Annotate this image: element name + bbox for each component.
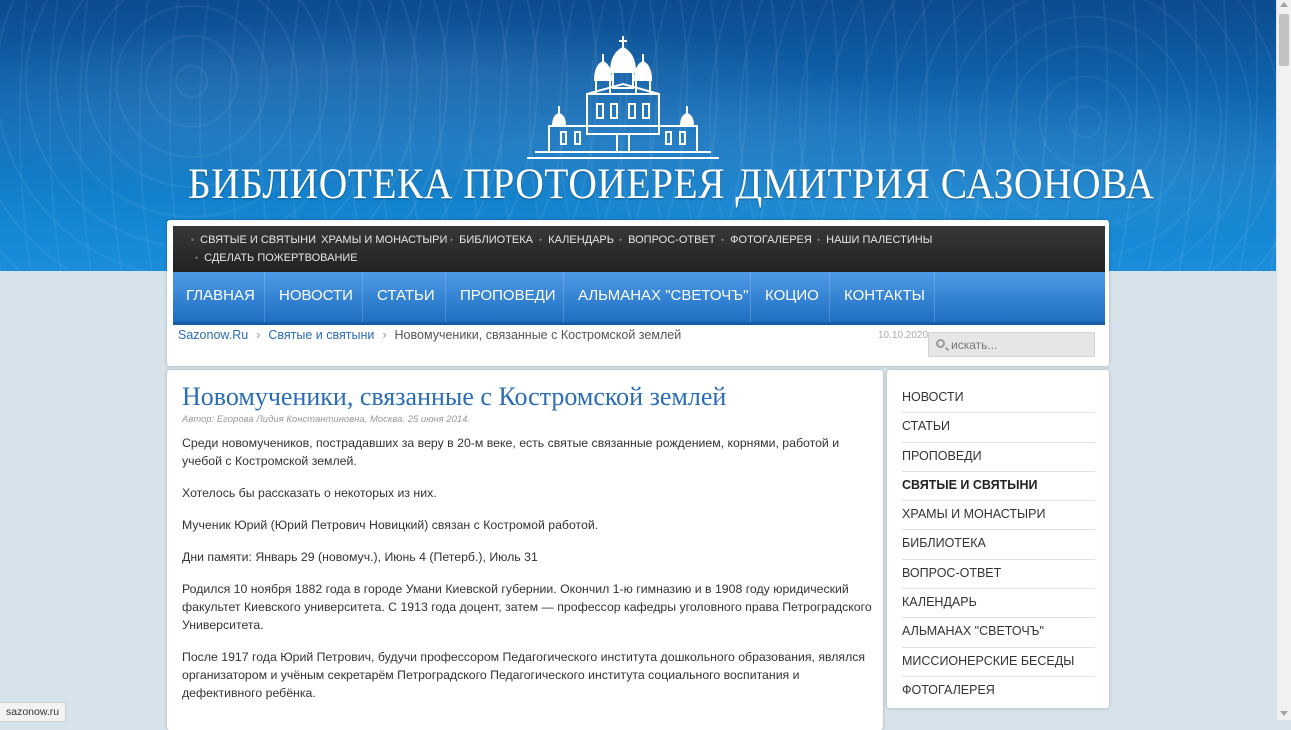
scroll-down-icon[interactable]: [1280, 711, 1288, 716]
sidebar-item-saints[interactable]: СВЯТЫЕ И СВЯТЫНИ: [902, 472, 1095, 502]
nav-divider: [934, 272, 935, 322]
nav-divider: [445, 272, 446, 322]
sidebar-item-news[interactable]: НОВОСТИ: [902, 384, 1095, 414]
article-body: Среди новомучеников, пострадавших за вер…: [182, 434, 872, 716]
article-paragraph: Хотелось бы рассказать о некоторых из ни…: [182, 486, 437, 500]
article-paragraph: Родился 10 ноября 1882 года в городе Ума…: [182, 582, 872, 632]
topnav-item-palestines[interactable]: НАШИ ПАЛЕСТИНЫ: [817, 234, 932, 246]
article-panel: Новомученики, связанные с Костромской зе…: [167, 370, 883, 730]
sidebar-item-calendar[interactable]: КАЛЕНДАРЬ: [902, 589, 1095, 619]
sidebar-item-qa[interactable]: ВОПРОС-ОТВЕТ: [902, 560, 1095, 590]
nav-divider: [362, 272, 363, 322]
breadcrumb-chevron-icon: ›: [256, 328, 261, 342]
navigation-panel: СВЯТЫЕ И СВЯТЫНИ ХРАМЫ И МОНАСТЫРИ БИБЛИ…: [167, 220, 1109, 366]
article-paragraph: Среди новомучеников, пострадавших за вер…: [182, 436, 840, 468]
search-box[interactable]: [928, 332, 1095, 357]
search-input[interactable]: [951, 336, 1091, 354]
breadcrumb: Sazonow.Ru › Святые и святыни › Новомученики…: [178, 328, 681, 342]
nav-divider: [829, 272, 830, 322]
mainnav-item-sermons[interactable]: ПРОПОВЕДИ: [460, 272, 556, 322]
page-scrollbar[interactable]: [1276, 0, 1291, 720]
status-bar-url: sazonow.ru: [0, 702, 67, 722]
current-date: 10.10.2020: [878, 330, 929, 341]
sidebar-item-gallery[interactable]: ФОТОГАЛЕРЕЯ: [902, 677, 1095, 705]
mainnav-item-almanac[interactable]: АЛЬМАНАХ "СВЕТОЧЪ": [578, 272, 748, 322]
topnav-item-library[interactable]: БИБЛИОТЕКА: [450, 234, 533, 246]
article-paragraph: После 1917 года Юрий Петрович, будучи пр…: [182, 650, 866, 700]
breadcrumb-section-link[interactable]: Святые и святыни: [268, 328, 374, 342]
breadcrumb-home-link[interactable]: Sazonow.Ru: [178, 328, 248, 342]
topnav-item-gallery[interactable]: ФОТОГАЛЕРЕЯ: [721, 234, 812, 246]
mainnav-item-news[interactable]: НОВОСТИ: [279, 272, 353, 322]
search-icon[interactable]: [936, 339, 945, 348]
church-icon[interactable]: [525, 34, 721, 162]
article-title: Новомученики, связанные с Костромской зе…: [182, 382, 727, 411]
article-paragraph: Мученик Юрий (Юрий Петрович Новицкий) св…: [182, 518, 599, 532]
topnav-item-qa[interactable]: ВОПРОС-ОТВЕТ: [619, 234, 715, 246]
nav-divider: [563, 272, 564, 322]
site-title[interactable]: БИБЛИОТЕКА ПРОТОИЕРЕЯ ДМИТРИЯ САЗОНОВА: [188, 160, 1154, 209]
sidebar-item-temples[interactable]: ХРАМЫ И МОНАСТЫРИ: [902, 501, 1095, 531]
sidebar-item-articles[interactable]: СТАТЬИ: [902, 413, 1095, 443]
article-meta: Автор: Егорова Лидия Константиновна, Мос…: [182, 414, 471, 425]
topnav-item-calendar[interactable]: КАЛЕНДАРЬ: [539, 234, 614, 246]
mainnav-item-contacts[interactable]: КОНТАКТЫ: [844, 272, 925, 322]
top-navigation: СВЯТЫЕ И СВЯТЫНИ ХРАМЫ И МОНАСТЫРИ БИБЛИ…: [173, 226, 1105, 272]
breadcrumb-chevron-icon: ›: [382, 328, 387, 342]
mainnav-item-kocio[interactable]: КОЦИО: [765, 272, 819, 322]
scrollbar-thumb[interactable]: [1279, 14, 1289, 66]
sidebar-item-sermons[interactable]: ПРОПОВЕДИ: [902, 443, 1095, 472]
article-paragraph: Дни памяти: Январь 29 (новомуч.), Июнь 4…: [182, 550, 538, 564]
sidebar-item-library[interactable]: БИБЛИОТЕКА: [902, 530, 1095, 560]
main-navigation: ГЛАВНАЯ НОВОСТИ СТАТЬИ ПРОПОВЕДИ АЛЬМАНА…: [173, 272, 1105, 325]
nav-divider: [264, 272, 265, 322]
sidebar-menu: НОВОСТИ СТАТЬИ ПРОПОВЕДИ СВЯТЫЕ И СВЯТЫН…: [887, 370, 1109, 708]
breadcrumb-current: Новомученики, связанные с Костромской зе…: [394, 328, 682, 342]
topnav-item-temples[interactable]: ХРАМЫ И МОНАСТЫРИ: [312, 234, 447, 246]
nav-divider: [750, 272, 751, 322]
mainnav-item-articles[interactable]: СТАТЬИ: [377, 272, 435, 322]
mainnav-item-home[interactable]: ГЛАВНАЯ: [186, 272, 255, 322]
sidebar-item-missionary[interactable]: МИССИОНЕРСКИЕ БЕСЕДЫ: [902, 648, 1095, 677]
topnav-item-saints[interactable]: СВЯТЫЕ И СВЯТЫНИ: [191, 234, 316, 246]
sidebar-item-almanac[interactable]: АЛЬМАНАХ "СВЕТОЧЪ": [902, 618, 1095, 648]
topnav-item-donate[interactable]: СДЕЛАТЬ ПОЖЕРТВОВАНИЕ: [195, 252, 357, 264]
scroll-up-icon[interactable]: [1280, 2, 1288, 7]
